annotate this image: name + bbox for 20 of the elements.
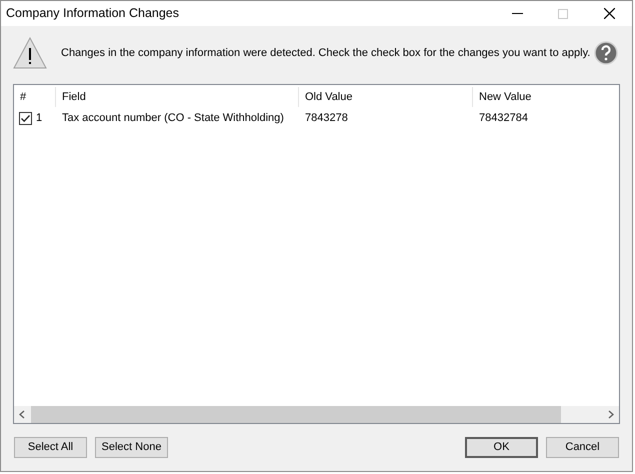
close-icon	[604, 8, 614, 19]
minimize-icon	[512, 13, 522, 14]
window-title: Company Information Changes	[5, 5, 180, 22]
select-all-button[interactable]: Select All	[14, 437, 87, 458]
help-icon[interactable]	[594, 41, 618, 65]
column-header[interactable]: Old Value	[299, 87, 473, 107]
table-cell-text: 7843278	[304, 110, 349, 126]
cancel-button[interactable]: Cancel	[546, 437, 619, 458]
warning-icon	[13, 37, 47, 69]
row-checkbox[interactable]	[19, 112, 32, 124]
maximize-icon	[558, 8, 568, 18]
row-number: 1	[36, 110, 42, 126]
select-none-button[interactable]: Select None	[95, 437, 168, 458]
table-cell-text: 78432784	[478, 110, 529, 126]
column-header[interactable]: New Value	[473, 87, 619, 107]
info-message: Changes in the company information were detected. Check the check box for the changes you want to apply.	[61, 46, 592, 61]
column-header[interactable]: Field	[56, 87, 299, 107]
ok-button[interactable]: OK	[465, 437, 538, 458]
table-cell-text: Tax account number (CO - State Withholding)	[61, 110, 285, 126]
column-header[interactable]: #	[14, 87, 56, 107]
